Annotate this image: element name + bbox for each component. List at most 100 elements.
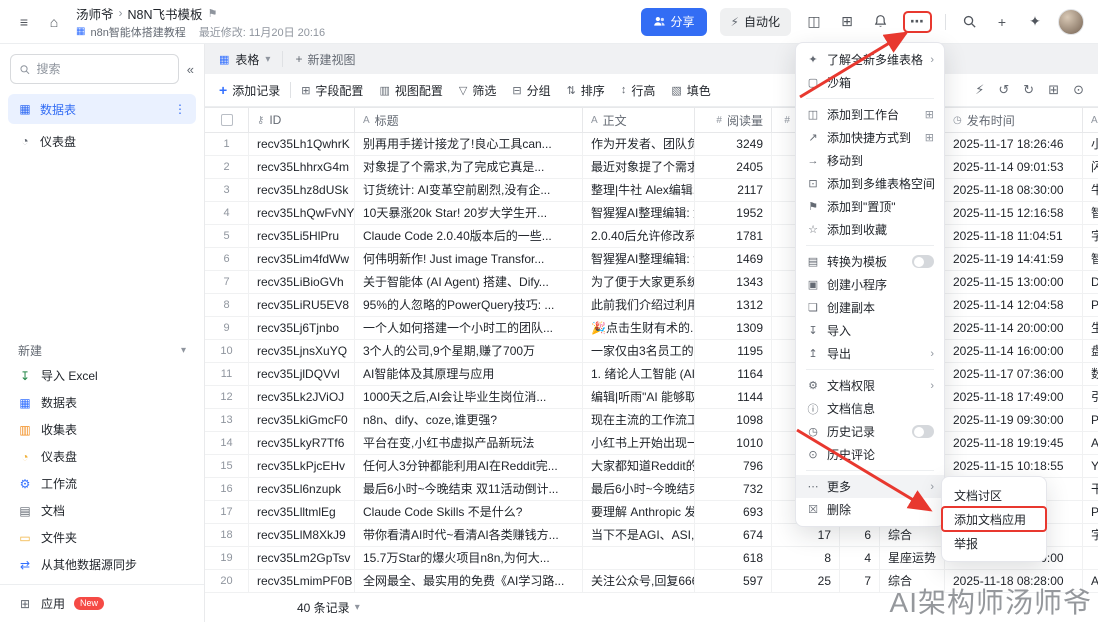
sidebar-item-apps[interactable]: ⊞ 应用 New (0, 584, 204, 622)
avatar[interactable] (1058, 9, 1084, 35)
table-row[interactable]: 14recv35LkyR7Tf6平台在变,小红书虚拟产品新玩法小红书上开始出现一… (205, 432, 1098, 455)
collapse-sidebar-icon[interactable]: « (187, 62, 194, 77)
menu-item-doc-info[interactable]: ⓘ文档信息 (796, 397, 944, 420)
sidebar-new-folder[interactable]: ▭文件夹 (0, 524, 204, 551)
menu-item-more[interactable]: ⋯更多› (796, 475, 944, 498)
table-row[interactable]: 13recv35LkiGmcF0n8n、dify、coze,谁更强?现在主流的工… (205, 409, 1098, 432)
toggle-switch-off[interactable] (912, 255, 934, 268)
menu-item-add-shortcut-to[interactable]: ↗添加快捷方式到⊞ (796, 126, 944, 149)
group-button[interactable]: ⊟分组 (512, 82, 550, 99)
automation-button[interactable]: ⚡ 自动化 (720, 8, 791, 36)
table-row[interactable]: 7recv35LiBioGVh关于智能体 (AI Agent) 搭建、Dify.… (205, 271, 1098, 294)
table-row[interactable]: 1recv35Lh1QwhrK别再用手搓计接龙了!良心工具can...作为开发者… (205, 133, 1098, 156)
menu-item-import[interactable]: ↧导入 (796, 319, 944, 342)
widget-icon[interactable]: ⊞ (837, 12, 857, 32)
sidebar-new-form[interactable]: ▥收集表 (0, 416, 204, 443)
form-icon[interactable]: ◫ (804, 12, 824, 32)
table-row[interactable]: 15recv35LkPjcEHv任何人3分钟都能利用AI在Reddit完...大… (205, 455, 1098, 478)
table-row[interactable]: 11recv35LjlDQVvlAI智能体及其原理与应用1. 绪论人工智能 (A… (205, 363, 1098, 386)
notification-bell-icon[interactable] (870, 12, 890, 32)
menu-item-sandbox[interactable]: ▢沙箱 (796, 71, 944, 94)
column-header-published[interactable]: ◷发布时间 (945, 108, 1083, 132)
menu-item-create-mini-app[interactable]: ▣创建小程序 (796, 273, 944, 296)
new-section-header[interactable]: 新建 ▾ (0, 338, 204, 362)
column-header-body[interactable]: A正文 (583, 108, 695, 132)
sidebar-new-workflow[interactable]: ⚙工作流 (0, 470, 204, 497)
column-header-reads[interactable]: #阅读量 (695, 108, 772, 132)
extensions-icon[interactable]: ⊞ (1048, 82, 1059, 98)
sidebar-new-datasheet[interactable]: ▦数据表 (0, 389, 204, 416)
sidebar-item-dashboards[interactable]: ◔仪表盘 (8, 126, 196, 156)
table-row[interactable]: 6recv35Lim4fdWw何伟明新作! Just image Transfo… (205, 248, 1098, 271)
sidebar-new-doc[interactable]: ▤文档 (0, 497, 204, 524)
menu-item-move-to[interactable]: →移动到 (796, 149, 944, 172)
submenu-item-doc-discussion[interactable]: 文档讨区 (942, 483, 1046, 507)
cell-id: recv35LmimPF0B (249, 570, 355, 592)
submenu-item-add-doc-app[interactable]: 添加文档应用 (942, 507, 1046, 531)
column-header-id[interactable]: ⚷ID (249, 108, 355, 132)
menu-item-doc-permissions[interactable]: ⚙文档权限› (796, 374, 944, 397)
toggle-switch-off[interactable] (912, 425, 934, 438)
submenu-item-report[interactable]: 举报 (942, 531, 1046, 555)
add-record-button[interactable]: + 添加记录 (219, 82, 280, 99)
more_h-icon: ⋯ (806, 480, 820, 493)
table-row[interactable]: 3recv35Lhz8dUSk订货统计: AI变革空前剧烈,没有企...整理|牛… (205, 179, 1098, 202)
automation-icon[interactable]: ⚡ (975, 82, 984, 98)
cell-published: 2025-11-17 18:26:46 (945, 133, 1083, 155)
cell-title: n8n、dify、coze,谁更强? (355, 409, 583, 431)
filter-button[interactable]: ▽筛选 (459, 82, 496, 99)
table-row[interactable]: 9recv35Lj6Tjnbo一个人如何搭建一个小时工的团队...🎉点击生财有术… (205, 317, 1098, 340)
table-row[interactable]: 10recv35LjnsXuYQ3个人的公司,9个星期,赚了700万一家仅由3名… (205, 340, 1098, 363)
ai-sparkle-icon[interactable]: ✦ (1025, 12, 1045, 32)
sort-button[interactable]: ⇅排序 (567, 82, 605, 99)
search-field[interactable] (36, 62, 169, 76)
breadcrumb-doc[interactable]: N8N飞书模板 (128, 4, 203, 23)
sidebar-new-dashboard[interactable]: ◔仪表盘 (0, 443, 204, 470)
more-menu-button[interactable]: ⋯ (903, 11, 932, 33)
sidebar-new-sync-source[interactable]: ⇄从其他数据源同步 (0, 551, 204, 578)
table-row[interactable]: 4recv35LhQwFvNY10天暴涨20k Star! 20岁大学生开...… (205, 202, 1098, 225)
sidebar-toggle-icon[interactable]: ≡ (14, 12, 34, 32)
tab-grid-view[interactable]: ▦ 表格 ▾ (219, 51, 270, 68)
menu-item-convert-to-template[interactable]: ▤转换为模板 (796, 250, 944, 273)
sidebar-item-datasheets[interactable]: ▦数据表⋮ (8, 94, 196, 124)
view-icon: ▥ (379, 84, 389, 97)
menu-item-add-to-pinned[interactable]: ⚑添加到"置顶" (796, 195, 944, 218)
share-button[interactable]: 分享 (641, 8, 707, 36)
column-header-title[interactable]: A标题 (355, 108, 583, 132)
home-icon[interactable]: ⌂ (44, 12, 64, 32)
menu-item-add-to-favorites[interactable]: ☆添加到收藏 (796, 218, 944, 241)
menu-item-add-to-workbench[interactable]: ◫添加到工作台⊞ (796, 103, 944, 126)
menu-item-export[interactable]: ↥导出› (796, 342, 944, 365)
comment-icon[interactable]: ⊙ (1073, 82, 1084, 98)
table-row[interactable]: 12recv35Lk2JViOJ1000天之后,AI会让毕业生岗位消...编辑|… (205, 386, 1098, 409)
more-vertical-icon[interactable]: ⋮ (174, 102, 186, 116)
column-header-tail[interactable]: A (1083, 108, 1098, 132)
menu-item-learn-new-bitable[interactable]: ✦了解全新多维表格› (796, 48, 944, 71)
select-all-checkbox[interactable] (221, 114, 233, 126)
new-view-button[interactable]: + 新建视图 (295, 51, 355, 68)
redo-icon[interactable]: ↻ (1023, 82, 1034, 98)
breadcrumb-root[interactable]: 汤师爷 (76, 4, 114, 23)
pin-icon[interactable]: ⚑ (208, 7, 218, 20)
menu-item-delete[interactable]: ☒删除 (796, 498, 944, 521)
view-config-button[interactable]: ▥视图配置 (379, 82, 442, 99)
row-height-button[interactable]: ↕行高 (621, 82, 656, 99)
menu-divider (806, 98, 934, 99)
add-icon[interactable]: + (992, 12, 1012, 32)
menu-item-duplicate[interactable]: ❏创建副本 (796, 296, 944, 319)
table-row[interactable]: 5recv35Li5HlPruClaude Code 2.0.40版本后的一些.… (205, 225, 1098, 248)
table-row[interactable]: 2recv35LhhrxG4m对象提了个需求,为了完成它真是...最近对象提了个… (205, 156, 1098, 179)
menu-item-history-comments[interactable]: ⊙历史评论 (796, 443, 944, 466)
search-input[interactable] (10, 54, 179, 84)
column-header-num[interactable] (205, 108, 249, 132)
record-count[interactable]: 40 条记录 (297, 599, 350, 616)
menu-item-add-to-base-space[interactable]: ⊡添加到多维表格空间 (796, 172, 944, 195)
sidebar-new-import-excel[interactable]: ↧导入 Excel (0, 362, 204, 389)
field-config-button[interactable]: ⊞字段配置 (301, 82, 363, 99)
fill-color-button[interactable]: ▧填色 (671, 82, 710, 99)
menu-item-history[interactable]: ◷历史记录 (796, 420, 944, 443)
table-row[interactable]: 8recv35LiRU5EV895%的人忽略的PowerQuery技巧: ...… (205, 294, 1098, 317)
search-icon[interactable] (959, 12, 979, 32)
undo-icon[interactable]: ↺ (998, 82, 1009, 98)
